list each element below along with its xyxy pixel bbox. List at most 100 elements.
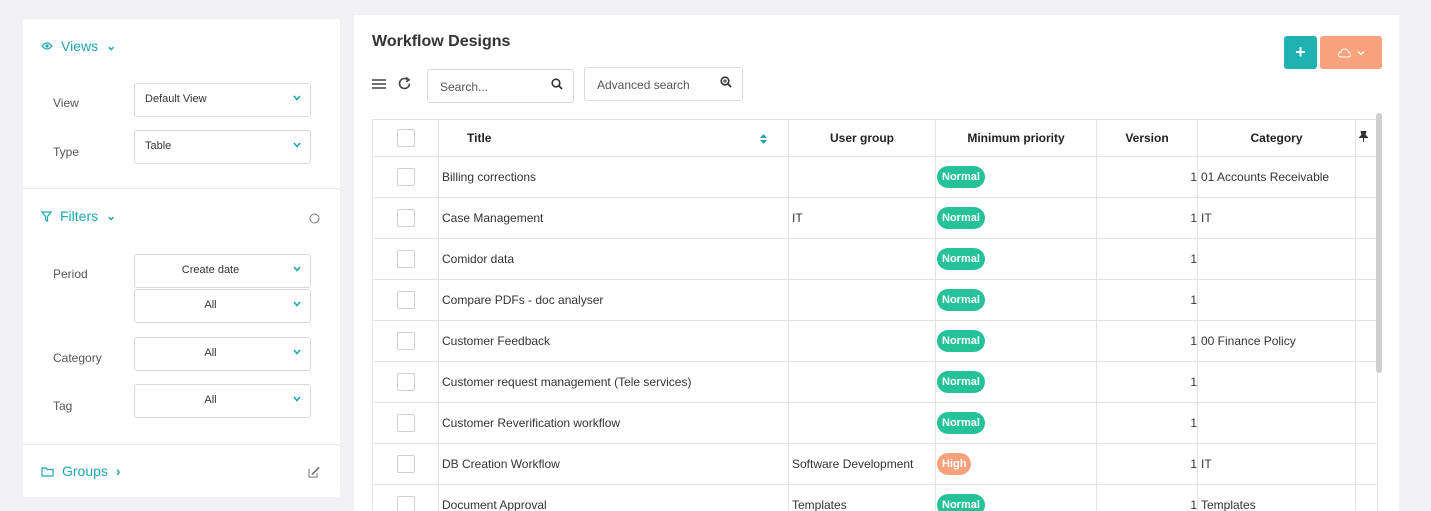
edit-icon[interactable] xyxy=(308,466,320,478)
cell-category: Templates xyxy=(1197,484,1356,511)
row-select-cell xyxy=(372,402,439,444)
menu-icon[interactable] xyxy=(372,78,386,90)
cell-user-group xyxy=(788,279,936,321)
cell-version: 1 xyxy=(1096,156,1198,198)
cell-title[interactable]: Comidor data xyxy=(438,238,789,280)
category-select[interactable]: All xyxy=(134,337,311,371)
advanced-search-icon[interactable] xyxy=(720,76,732,88)
priority-badge: Normal xyxy=(937,207,985,229)
cell-title[interactable]: DB Creation Workflow xyxy=(438,443,789,485)
cell-pin xyxy=(1355,361,1378,403)
cell-title[interactable]: Case Management xyxy=(438,197,789,239)
cell-category xyxy=(1197,238,1356,280)
cell-pin xyxy=(1355,402,1378,444)
chevron-right-icon: › xyxy=(115,463,121,479)
row-checkbox[interactable] xyxy=(396,496,415,511)
pin-icon[interactable] xyxy=(1358,130,1369,142)
cell-version: 1 xyxy=(1096,443,1198,485)
cell-title[interactable]: Customer Reverification workflow xyxy=(438,402,789,444)
table-row[interactable]: Compare PDFs - doc analyser Normal 1 xyxy=(372,279,1378,321)
row-select-cell xyxy=(372,238,439,280)
cell-user-group xyxy=(788,156,936,198)
cell-pin xyxy=(1355,320,1378,362)
filters-toggle[interactable]: Filters ⌄ xyxy=(41,208,116,224)
eye-icon xyxy=(41,42,53,50)
cell-title[interactable]: Customer request management (Tele servic… xyxy=(438,361,789,403)
cloud-menu-button[interactable] xyxy=(1320,36,1382,69)
reset-filters-icon[interactable] xyxy=(309,213,320,224)
cell-category: IT xyxy=(1197,197,1356,239)
period-range-select[interactable]: All xyxy=(134,289,311,323)
priority-badge: Normal xyxy=(937,166,985,188)
type-select[interactable]: Table xyxy=(134,130,311,164)
cell-pin xyxy=(1355,197,1378,239)
cell-min-priority: Normal xyxy=(935,197,1097,239)
chevron-down-icon: ⌄ xyxy=(106,39,117,53)
period-select[interactable]: Create date xyxy=(134,254,311,288)
column-header-title[interactable]: Title xyxy=(438,119,789,157)
table-row[interactable]: Customer request management (Tele servic… xyxy=(372,361,1378,403)
advanced-search-input[interactable]: Advanced search xyxy=(584,67,743,101)
column-header-user-group[interactable]: User group xyxy=(788,119,936,157)
row-checkbox[interactable] xyxy=(396,373,415,391)
row-checkbox[interactable] xyxy=(396,250,415,268)
table-row[interactable]: Comidor data Normal 1 xyxy=(372,238,1378,280)
search-input[interactable]: Search... xyxy=(427,69,574,103)
table-row[interactable]: Customer Feedback Normal 1 00 Finance Polic… xyxy=(372,320,1378,362)
cell-pin xyxy=(1355,484,1378,511)
table-row[interactable]: Customer Reverification workflow Normal 1 xyxy=(372,402,1378,444)
filters-label: Filters xyxy=(60,208,99,224)
cell-user-group: Templates xyxy=(788,484,936,511)
chevron-down-icon xyxy=(293,396,301,402)
cell-title[interactable]: Customer Feedback xyxy=(438,320,789,362)
views-toggle[interactable]: Views ⌄ xyxy=(41,38,116,54)
cell-min-priority: Normal xyxy=(935,156,1097,198)
chevron-down-icon xyxy=(293,95,301,101)
row-select-cell xyxy=(372,197,439,239)
row-checkbox[interactable] xyxy=(396,291,415,309)
cell-category: 01 Accounts Receivable xyxy=(1197,156,1356,198)
cell-user-group xyxy=(788,361,936,403)
select-all-checkbox[interactable] xyxy=(396,129,415,147)
cell-title[interactable]: Document Approval xyxy=(438,484,789,511)
row-checkbox[interactable] xyxy=(396,455,415,473)
cell-min-priority: Normal xyxy=(935,484,1097,511)
column-header-min-priority[interactable]: Minimum priority xyxy=(935,119,1097,157)
view-select[interactable]: Default View xyxy=(134,83,311,117)
view-select-value: Default View xyxy=(145,93,207,105)
table-row[interactable]: DB Creation Workflow Software Development… xyxy=(372,443,1378,485)
row-checkbox[interactable] xyxy=(396,168,415,186)
column-header-category[interactable]: Category xyxy=(1197,119,1356,157)
row-checkbox[interactable] xyxy=(396,332,415,350)
row-checkbox[interactable] xyxy=(396,414,415,432)
groups-toggle[interactable]: Groups › xyxy=(41,463,121,479)
divider xyxy=(23,444,340,445)
category-label: Category xyxy=(53,351,102,365)
sort-icon[interactable] xyxy=(760,134,767,144)
views-label: Views xyxy=(61,38,99,54)
table-row[interactable]: Case Management IT Normal 1 IT xyxy=(372,197,1378,239)
cell-min-priority: Normal xyxy=(935,320,1097,362)
category-select-value: All xyxy=(204,347,217,359)
tag-label: Tag xyxy=(53,399,73,413)
table-scrollbar[interactable] xyxy=(1376,113,1382,373)
cell-user-group: Software Development xyxy=(788,443,936,485)
column-header-version[interactable]: Version xyxy=(1096,119,1198,157)
table-row[interactable]: Billing corrections Normal 1 01 Accounts Re… xyxy=(372,156,1378,198)
table-row[interactable]: Document Approval Templates Normal 1 Templat… xyxy=(372,484,1378,511)
add-button[interactable]: + xyxy=(1284,36,1317,69)
refresh-icon[interactable] xyxy=(397,76,412,91)
search-icon[interactable] xyxy=(551,78,563,90)
cell-min-priority: Normal xyxy=(935,279,1097,321)
cell-title[interactable]: Billing corrections xyxy=(438,156,789,198)
cell-title[interactable]: Compare PDFs - doc analyser xyxy=(438,279,789,321)
cell-version: 1 xyxy=(1096,361,1198,403)
cell-version: 1 xyxy=(1096,320,1198,362)
groups-label: Groups xyxy=(62,463,108,479)
row-checkbox[interactable] xyxy=(396,209,415,227)
priority-badge: Normal xyxy=(937,371,985,393)
priority-badge: High xyxy=(937,453,972,475)
tag-select[interactable]: All xyxy=(134,384,311,418)
row-select-cell xyxy=(372,484,439,511)
cell-min-priority: Normal xyxy=(935,361,1097,403)
